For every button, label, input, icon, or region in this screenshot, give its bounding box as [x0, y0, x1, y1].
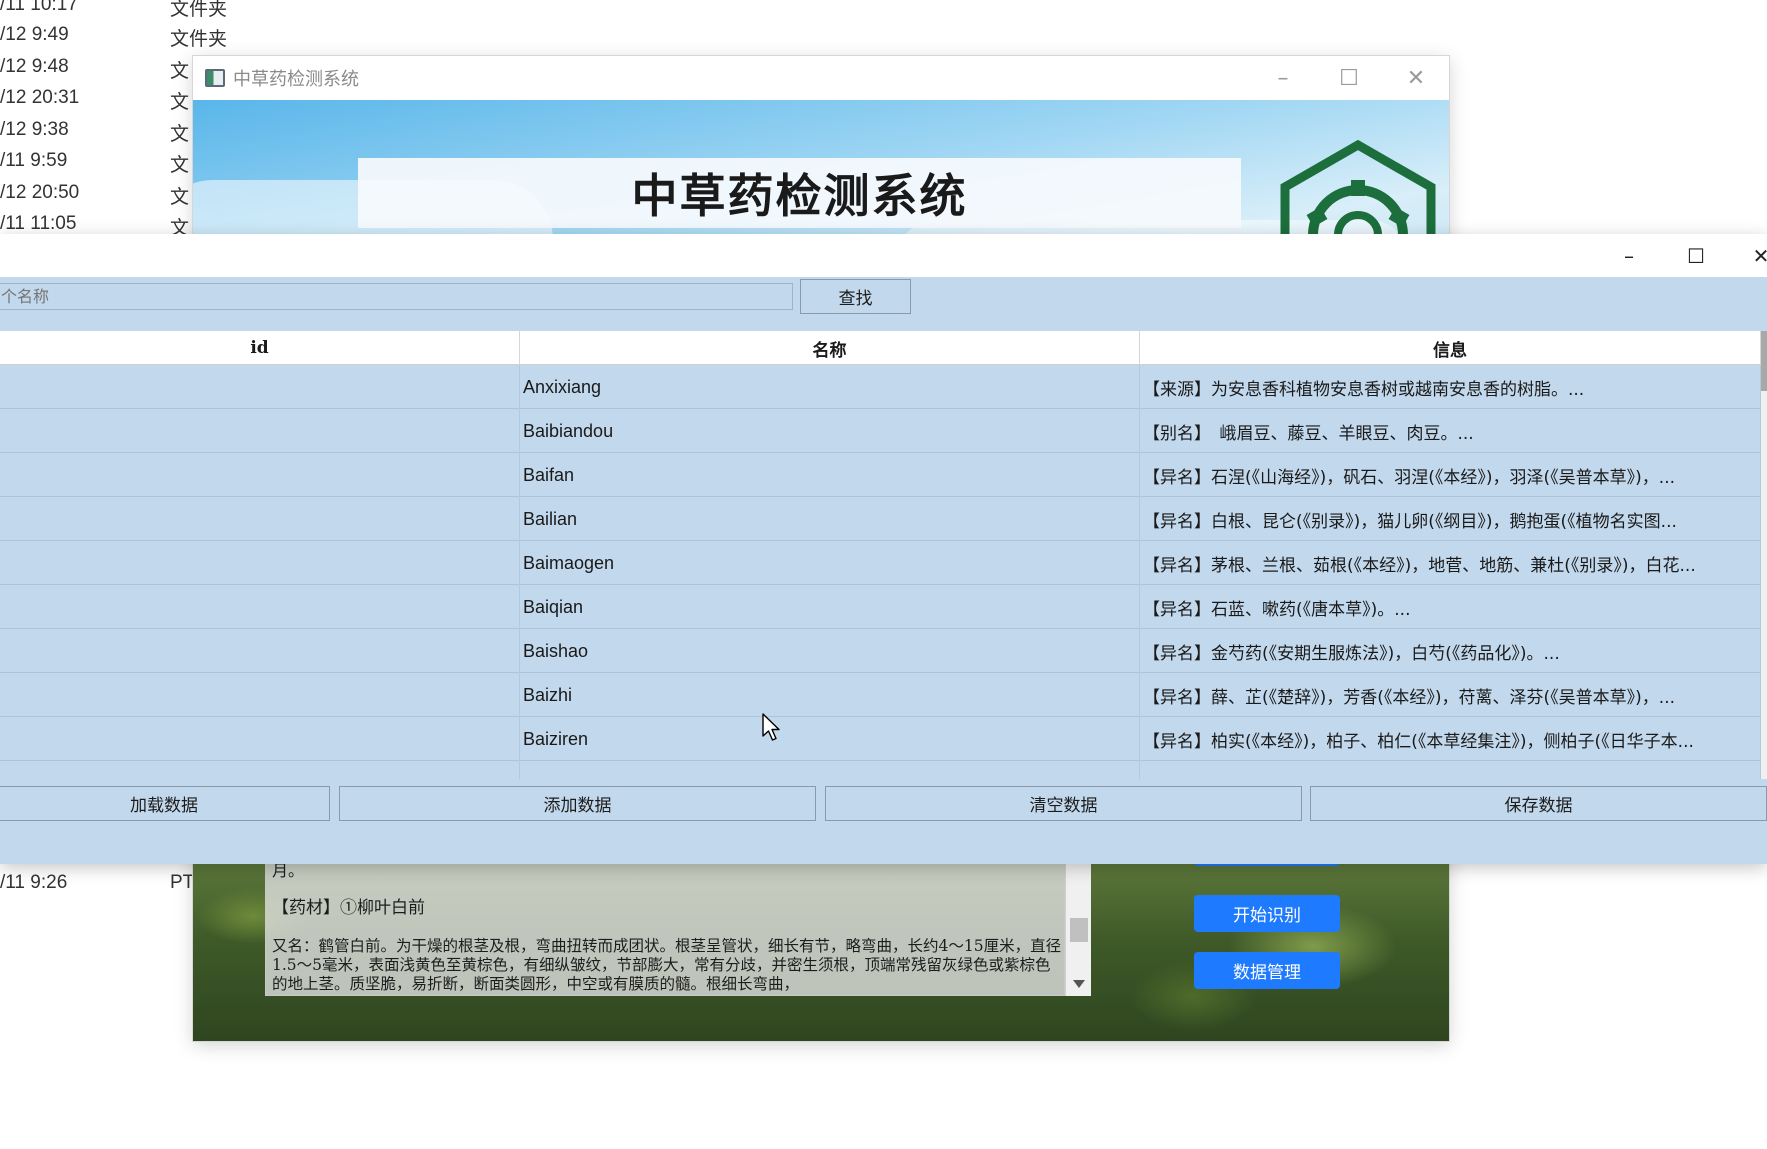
file-modified-time: /12 9:49: [0, 24, 69, 45]
cell-id[interactable]: [0, 673, 520, 717]
info-text-paragraph: 又名：鹤管白前。为干燥的根茎及根，弯曲扭转而成团状。根茎呈管状，细长有节，略弯曲…: [272, 937, 1062, 993]
info-scrollbar[interactable]: [1065, 856, 1091, 996]
file-modified-time: /11 10:17: [0, 0, 78, 15]
file-type: 文: [170, 92, 190, 113]
cell-info[interactable]: 【来源】为安息香科植物安息香树或越南安息香的树脂。...: [1140, 365, 1761, 409]
close-icon[interactable]: ✕: [1383, 56, 1449, 100]
cell-name[interactable]: Baishao: [520, 629, 1140, 673]
scrollbar-thumb[interactable]: [1761, 331, 1767, 391]
search-input[interactable]: [0, 283, 793, 310]
main-window-title: 中草药检测系统: [233, 69, 359, 90]
file-type: 文: [170, 124, 190, 145]
add-data-button[interactable]: 添加数据: [339, 786, 816, 821]
file-type: 文件夹: [170, 0, 228, 20]
file-type: 文: [170, 155, 190, 176]
cell-info[interactable]: 【异名】白根、昆仑(《别录》)，猫儿卵(《纲目》)，鹅抱蛋(《植物名实图...: [1140, 497, 1761, 541]
maximize-icon[interactable]: ☐: [1316, 56, 1382, 100]
cell-name[interactable]: Anxixiang: [520, 365, 1140, 409]
banner-title: 中草药检测系统: [631, 169, 968, 223]
file-type: 文件夹: [170, 29, 228, 50]
file-modified-time: /12 20:50: [0, 182, 80, 203]
cell-id[interactable]: [0, 453, 520, 497]
table-header: id 名称 信息: [0, 331, 1761, 365]
file-type: 文: [170, 61, 190, 82]
cell-id[interactable]: [0, 541, 520, 585]
cell-id[interactable]: [0, 761, 520, 779]
save-data-button[interactable]: 保存数据: [1310, 786, 1767, 821]
file-modified-time: /12 9:38: [0, 119, 69, 140]
herb-data-table: id 名称 信息 Anxixiang 【来源】为安息香科植物安息香树或越南安息香…: [0, 331, 1767, 779]
desktop: /11 10:17 文件夹 /12 9:49 文件夹 /12 9:48 文 /12 2…: [0, 0, 1767, 1149]
cell-name[interactable]: [520, 761, 1140, 779]
table-row[interactable]: Baiqian 【异名】石蓝、嗽药(《唐本草》)。...: [0, 585, 1761, 629]
load-data-button[interactable]: 加载数据: [0, 786, 330, 821]
start-recognition-button[interactable]: 开始识别: [1194, 895, 1340, 932]
cell-info[interactable]: 【异名】茅根、兰根、茹根(《本经》)，地菅、地筋、兼杜(《别录》)，白花...: [1140, 541, 1761, 585]
cell-name[interactable]: Baimaogen: [520, 541, 1140, 585]
column-header-info[interactable]: 信息: [1140, 331, 1761, 365]
app-window-icon: [205, 69, 225, 87]
minimize-icon[interactable]: –: [1596, 234, 1662, 278]
maximize-icon[interactable]: ☐: [1663, 234, 1729, 278]
cell-info[interactable]: 【异名】柏实(《本经》)，柏子、柏仁(《本草经集注》)，侧柏子(《日华子本...: [1140, 717, 1761, 761]
file-modified-time: /11 9:26: [0, 872, 68, 893]
cell-id[interactable]: [0, 717, 520, 761]
cell-name[interactable]: Baizhi: [520, 673, 1140, 717]
table-row[interactable]: Baiziren 【异名】柏实(《本经》)，柏子、柏仁(《本草经集注》)，侧柏子…: [0, 717, 1761, 761]
cell-name[interactable]: Baiqian: [520, 585, 1140, 629]
cell-info[interactable]: [1140, 761, 1761, 779]
clear-data-button[interactable]: 清空数据: [825, 786, 1302, 821]
mouse-cursor-icon: [762, 713, 780, 741]
cell-id[interactable]: [0, 365, 520, 409]
cell-id[interactable]: [0, 497, 520, 541]
table-row[interactable]: Anxixiang 【来源】为安息香科植物安息香树或越南安息香的树脂。...: [0, 365, 1761, 409]
cell-info[interactable]: 【异名】薛、芷(《楚辞》)，芳香(《本经》)，苻蓠、泽芬(《吴普本草》)，...: [1140, 673, 1761, 717]
file-type: PT: [170, 872, 195, 893]
table-row[interactable]: [0, 761, 1761, 779]
banner-title-plate: 中草药检测系统: [358, 158, 1241, 228]
cell-id[interactable]: [0, 585, 520, 629]
file-modified-time: /11 9:59: [0, 150, 68, 171]
table-row[interactable]: Baizhi 【异名】薛、芷(《楚辞》)，芳香(《本经》)，苻蓠、泽芬(《吴普本…: [0, 673, 1761, 717]
data-management-window: – ☐ ✕ 查找 id 名称 信息 Anxixiang 【来源】为安息香科植物安…: [0, 234, 1767, 864]
file-type: 文: [170, 187, 190, 208]
file-modified-time: /12 9:48: [0, 56, 69, 77]
cell-name[interactable]: Baibiandou: [520, 409, 1140, 453]
scrollbar-thumb[interactable]: [1070, 918, 1088, 942]
main-window-titlebar[interactable]: 中草药检测系统 – ☐ ✕: [193, 56, 1449, 100]
table-row[interactable]: Bailian 【异名】白根、昆仑(《别录》)，猫儿卵(《纲目》)，鹅抱蛋(《植…: [0, 497, 1761, 541]
scroll-down-arrow-icon[interactable]: [1073, 980, 1085, 988]
file-modified-time: /11 11:05: [0, 213, 77, 234]
data-management-button[interactable]: 数据管理: [1194, 952, 1340, 989]
info-text-line: 【药材】①柳叶白前: [272, 898, 425, 918]
cell-id[interactable]: [0, 629, 520, 673]
column-header-name[interactable]: 名称: [520, 331, 1140, 365]
minimize-icon[interactable]: –: [1250, 56, 1316, 100]
cell-info[interactable]: 【异名】石涅(《山海经》)，矾石、羽涅(《本经》)，羽泽(《吴普本草》)，...: [1140, 453, 1761, 497]
cell-info[interactable]: 【别名】 峨眉豆、藤豆、羊眼豆、肉豆。...: [1140, 409, 1761, 453]
cell-name[interactable]: Baiziren: [520, 717, 1140, 761]
table-row[interactable]: Baifan 【异名】石涅(《山海经》)，矾石、羽涅(《本经》)，羽泽(《吴普本…: [0, 453, 1761, 497]
cell-id[interactable]: [0, 409, 520, 453]
file-modified-time: /12 20:31: [0, 87, 80, 108]
find-button[interactable]: 查找: [800, 279, 911, 314]
column-header-id[interactable]: id: [0, 331, 520, 365]
table-row[interactable]: Baishao 【异名】金芍药(《安期生服炼法》)，白芍(《药品化》)。...: [0, 629, 1761, 673]
table-row[interactable]: Baibiandou 【别名】 峨眉豆、藤豆、羊眼豆、肉豆。...: [0, 409, 1761, 453]
cell-name[interactable]: Baifan: [520, 453, 1140, 497]
table-scrollbar[interactable]: [1761, 331, 1767, 779]
herb-info-textbox[interactable]: 月。 【药材】①柳叶白前 又名：鹤管白前。为干燥的根茎及根，弯曲扭转而成团状。根…: [265, 856, 1065, 996]
cell-info[interactable]: 【异名】石蓝、嗽药(《唐本草》)。...: [1140, 585, 1761, 629]
cell-name[interactable]: Bailian: [520, 497, 1140, 541]
data-window-titlebar[interactable]: – ☐ ✕: [0, 234, 1767, 277]
table-row[interactable]: Baimaogen 【异名】茅根、兰根、茹根(《本经》)，地菅、地筋、兼杜(《别…: [0, 541, 1761, 585]
close-icon[interactable]: ✕: [1728, 234, 1767, 278]
cell-info[interactable]: 【异名】金芍药(《安期生服炼法》)，白芍(《药品化》)。...: [1140, 629, 1761, 673]
